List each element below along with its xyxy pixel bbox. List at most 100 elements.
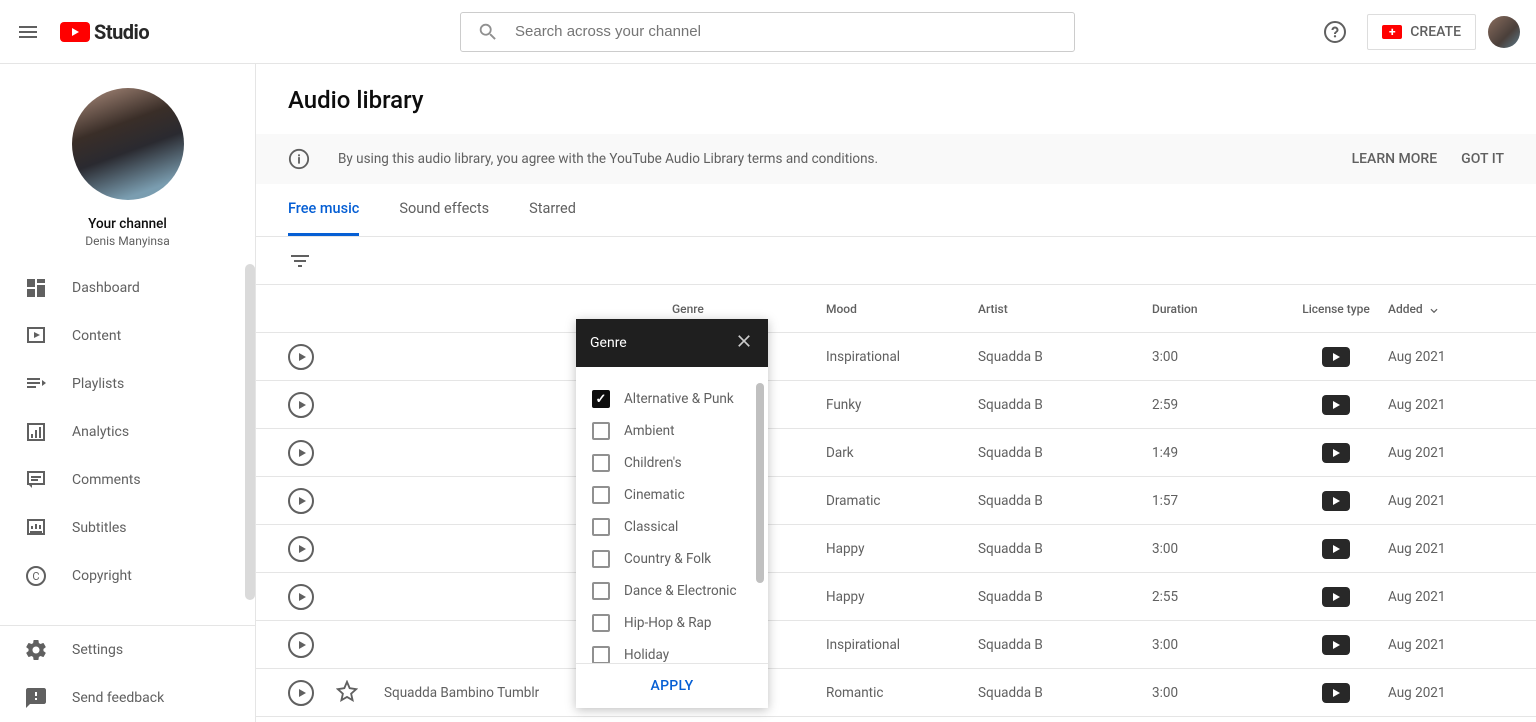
column-license[interactable]: License type [1284, 302, 1388, 316]
youtube-license-icon [1322, 587, 1350, 607]
checkbox[interactable] [592, 390, 610, 408]
sidebar-icon [24, 468, 48, 492]
track-artist: Squadda B [978, 685, 1152, 701]
play-icon [299, 353, 306, 361]
sidebar-item-comments[interactable]: Comments [0, 456, 255, 504]
track-mood: Dark [826, 445, 978, 461]
star-button[interactable] [336, 690, 358, 706]
youtube-studio-logo[interactable]: Studio [60, 20, 149, 44]
popup-scrollbar[interactable] [756, 383, 764, 583]
track-license [1284, 347, 1388, 367]
genre-filter-popup: Genre Alternative & PunkAmbientChildren'… [576, 319, 768, 708]
header-actions: + CREATE [1315, 12, 1520, 52]
play-button[interactable] [288, 344, 314, 370]
column-artist[interactable]: Artist [978, 302, 1152, 316]
channel-avatar[interactable] [72, 88, 184, 200]
column-added[interactable]: Added [1388, 302, 1504, 316]
play-button[interactable] [288, 632, 314, 658]
sidebar-item-content[interactable]: Content [0, 312, 255, 360]
genre-option[interactable]: Holiday [576, 639, 768, 663]
track-license [1284, 539, 1388, 559]
genre-option[interactable]: Alternative & Punk [576, 383, 768, 415]
checkbox[interactable] [592, 646, 610, 663]
genre-option[interactable]: Dance & Electronic [576, 575, 768, 607]
popup-close-button[interactable] [734, 331, 754, 355]
track-duration: 3:00 [1152, 637, 1284, 653]
checkbox[interactable] [592, 614, 610, 632]
sidebar-icon [24, 686, 48, 710]
checkbox[interactable] [592, 486, 610, 504]
play-icon [299, 641, 306, 649]
checkbox[interactable] [592, 518, 610, 536]
sidebar-item-playlists[interactable]: Playlists [0, 360, 255, 408]
table-row: Hip-Hop & RapDramaticSquadda B1:57Aug 20… [256, 477, 1536, 525]
youtube-license-icon [1322, 683, 1350, 703]
filter-icon[interactable] [288, 249, 312, 273]
genre-option[interactable]: Cinematic [576, 479, 768, 511]
checkbox[interactable] [592, 550, 610, 568]
help-button[interactable] [1315, 12, 1355, 52]
sidebar-item-dashboard[interactable]: Dashboard [0, 264, 255, 312]
sidebar-item-label: Send feedback [72, 690, 164, 706]
column-duration[interactable]: Duration [1152, 302, 1284, 316]
track-artist: Squadda B [978, 445, 1152, 461]
play-icon [299, 401, 306, 409]
tab-sound-effects[interactable]: Sound effects [399, 184, 489, 236]
search-input[interactable] [515, 23, 1058, 40]
column-genre[interactable]: Genre [672, 302, 826, 316]
sidebar-item-label: Dashboard [72, 280, 140, 296]
play-button[interactable] [288, 440, 314, 466]
play-icon [299, 593, 306, 601]
got-it-button[interactable]: GOT IT [1461, 151, 1504, 167]
search-container [460, 12, 1075, 52]
tab-free-music[interactable]: Free music [288, 184, 359, 236]
genre-option[interactable]: Country & Folk [576, 543, 768, 575]
column-mood[interactable]: Mood [826, 302, 978, 316]
sidebar-item-label: Content [72, 328, 121, 344]
search-box[interactable] [460, 12, 1075, 52]
apply-button[interactable]: APPLY [650, 678, 693, 694]
play-button[interactable] [288, 488, 314, 514]
track-mood: Funky [826, 397, 978, 413]
checkbox[interactable] [592, 582, 610, 600]
track-license [1284, 683, 1388, 703]
create-label: CREATE [1410, 24, 1461, 40]
sidebar-item-copyright[interactable]: CCopyright [0, 552, 255, 600]
play-button[interactable] [288, 536, 314, 562]
sidebar-item-analytics[interactable]: Analytics [0, 408, 255, 456]
hamburger-menu-icon[interactable] [16, 20, 40, 44]
sidebar-item-send-feedback[interactable]: Send feedback [0, 674, 255, 722]
checkbox[interactable] [592, 454, 610, 472]
genre-option[interactable]: Hip-Hop & Rap [576, 607, 768, 639]
table-row: Hip-Hop & RapDarkSquadda B1:49Aug 2021 [256, 429, 1536, 477]
track-added: Aug 2021 [1388, 637, 1504, 653]
tab-starred[interactable]: Starred [529, 184, 576, 236]
star-icon [336, 680, 358, 702]
channel-name: Denis Manyinsa [0, 234, 255, 248]
youtube-license-icon [1322, 395, 1350, 415]
sidebar-item-subtitles[interactable]: Subtitles [0, 504, 255, 552]
track-mood: Happy [826, 589, 978, 605]
play-button[interactable] [288, 584, 314, 610]
track-added: Aug 2021 [1388, 685, 1504, 701]
sidebar-item-settings[interactable]: Settings [0, 626, 255, 674]
checkbox[interactable] [592, 422, 610, 440]
sidebar-item-label: Subtitles [72, 520, 127, 536]
youtube-license-icon [1322, 539, 1350, 559]
help-icon [1323, 20, 1347, 44]
sidebar: Your channel Denis Manyinsa DashboardCon… [0, 64, 256, 722]
genre-option[interactable]: Classical [576, 511, 768, 543]
sidebar-icon [24, 372, 48, 396]
sidebar-bottom-nav: Settings Send feedback [0, 625, 255, 722]
svg-text:C: C [32, 570, 39, 583]
genre-option-label: Country & Folk [624, 551, 711, 567]
play-icon [299, 545, 306, 553]
play-button[interactable] [288, 392, 314, 418]
genre-option[interactable]: Children's [576, 447, 768, 479]
track-license [1284, 395, 1388, 415]
play-button[interactable] [288, 680, 314, 706]
account-avatar[interactable] [1488, 16, 1520, 48]
learn-more-button[interactable]: LEARN MORE [1352, 151, 1438, 167]
genre-option[interactable]: Ambient [576, 415, 768, 447]
create-button[interactable]: + CREATE [1367, 14, 1476, 50]
